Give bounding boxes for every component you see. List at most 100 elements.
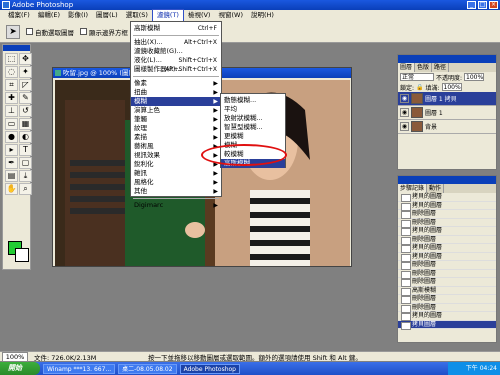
history-item[interactable]: 刪除圖層 [398, 210, 496, 219]
zoom-field[interactable]: 100% [2, 351, 28, 362]
move-tool-icon[interactable]: ✥ [19, 53, 32, 65]
tab-paths[interactable]: 路徑 [432, 63, 450, 72]
marquee-tool-icon[interactable]: ⬚ [5, 53, 18, 65]
eraser-tool-icon[interactable]: ▭ [5, 118, 18, 130]
filter-menu-item-5[interactable]: 像素 ▶ [131, 79, 221, 88]
shape-tool-icon[interactable]: ▢ [19, 157, 32, 169]
blur-item-motion[interactable]: 動態模糊... [221, 96, 285, 105]
blend-mode-select[interactable]: 正常 [400, 73, 434, 81]
filter-menu-item-10[interactable]: 紋理 ▶ [131, 124, 221, 133]
notes-tool-icon[interactable]: ▤ [5, 170, 18, 182]
filter-menu-item-14[interactable]: 銳利化 ▶ [131, 160, 221, 169]
doc-size[interactable]: 文件: 726.0K/2.13M [34, 352, 144, 362]
filter-menu-item-7[interactable]: 模糊 ▶ [131, 97, 221, 106]
filter-menu-item-15[interactable]: 雜訊 ▶ [131, 169, 221, 178]
lock-icon[interactable]: 🔒 [416, 84, 423, 91]
menu-window[interactable]: 視窗(W) [214, 10, 247, 21]
history-item[interactable]: 拷貝的圖層 [398, 312, 496, 321]
history-item[interactable]: 刪除圖層 [398, 278, 496, 287]
tab-channels[interactable]: 色版 [415, 63, 433, 72]
gradient-tool-icon[interactable]: ▦ [19, 118, 32, 130]
filter-menu-item-3[interactable]: 液化(L)... Shift+Ctrl+X [131, 56, 221, 65]
tab-actions[interactable]: 動作 [427, 184, 445, 193]
fill-field[interactable]: 100% [441, 83, 462, 91]
pen-tool-icon[interactable]: ✒ [5, 157, 18, 169]
eye-icon[interactable]: ◉ [400, 94, 409, 103]
blur-item-smart[interactable]: 智慧型模糊... [221, 123, 285, 132]
menu-image[interactable]: 影像(I) [64, 10, 92, 21]
brush-tool-icon[interactable]: ✎ [19, 92, 32, 104]
menu-help[interactable]: 說明(H) [247, 10, 278, 21]
layer-row[interactable]: ◉ 圖層 1 拷貝 [398, 92, 496, 106]
path-select-tool-icon[interactable]: ▸ [5, 144, 18, 156]
blur-item-radial[interactable]: 放射狀模糊... [221, 114, 285, 123]
maximize-icon[interactable]: □ [478, 1, 487, 9]
move-tool-icon[interactable]: ➤ [6, 24, 20, 39]
tab-history[interactable]: 步驟記錄 [398, 184, 428, 193]
type-tool-icon[interactable]: T [19, 144, 32, 156]
menu-layer[interactable]: 圖層(L) [92, 10, 122, 21]
blur-tool-icon[interactable]: ● [5, 131, 18, 143]
history-item[interactable]: 刪除圖層 [398, 295, 496, 304]
history-item[interactable]: 拷貝圖層 [398, 320, 496, 329]
show-bounds-checkbox[interactable] [80, 28, 87, 35]
start-button[interactable]: 開始 [0, 362, 40, 375]
history-item[interactable]: 拷貝的圖層 [398, 227, 496, 236]
menu-select[interactable]: 選取(S) [122, 10, 152, 21]
zoom-tool-icon[interactable]: ⌕ [19, 183, 32, 195]
history-item[interactable]: 刪除圖層 [398, 261, 496, 270]
menu-edit[interactable]: 編輯(E) [34, 10, 64, 21]
history-item[interactable]: 刪除圖層 [398, 236, 496, 244]
taskbar-item-folder[interactable]: 桌二-08.05.08.02 [118, 363, 177, 374]
minimize-icon[interactable]: _ [467, 1, 476, 9]
healing-tool-icon[interactable]: ✚ [5, 92, 18, 104]
filter-menu-item-11[interactable]: 素描 ▶ [131, 133, 221, 142]
stamp-tool-icon[interactable]: ⊥ [5, 105, 18, 117]
filter-menu-item-17[interactable]: 其他 ▶ [131, 187, 221, 196]
history-item[interactable]: 拷貝的圖層 [398, 253, 496, 261]
layer-row[interactable]: ◉ 背景 [398, 120, 496, 134]
layers-panel-header[interactable] [398, 55, 496, 63]
eyedropper-tool-icon[interactable]: ⤓ [19, 170, 32, 182]
history-item[interactable]: 刪除圖層 [398, 219, 496, 227]
crop-tool-icon[interactable]: ⌗ [5, 79, 18, 91]
filter-menu-item-6[interactable]: 扭曲 ▶ [131, 88, 221, 97]
history-item[interactable]: 高斯模糊 [398, 287, 496, 295]
dodge-tool-icon[interactable]: ◐ [19, 131, 32, 143]
filter-menu-item-9[interactable]: 筆觸 ▶ [131, 115, 221, 124]
filter-menu-item-1[interactable]: 抽出(X)... Alt+Ctrl+X [131, 38, 221, 47]
filter-menu-item-8[interactable]: 演算上色 ▶ [131, 106, 221, 115]
filter-menu-item-0[interactable]: 高斯模糊 Ctrl+F [131, 24, 221, 33]
background-color-swatch[interactable] [15, 248, 29, 262]
eye-icon[interactable]: ◉ [400, 108, 409, 117]
filter-menu-item-2[interactable]: 濾鏡收藏館(G)... [131, 47, 221, 56]
filter-menu-item-18[interactable]: Digimarc ▶ [131, 201, 221, 210]
filter-menu-item-4[interactable]: 圖樣製作器(P)... Alt+Shift+Ctrl+X [131, 65, 221, 74]
filter-menu-item-16[interactable]: 風格化 ▶ [131, 178, 221, 187]
auto-select-checkbox[interactable] [26, 28, 33, 35]
eye-icon[interactable]: ◉ [400, 122, 409, 131]
taskbar-item-winamp[interactable]: Winamp ***13. 667... [43, 363, 116, 374]
history-brush-tool-icon[interactable]: ↺ [19, 105, 32, 117]
history-panel-header[interactable] [398, 176, 496, 184]
auto-select-option[interactable]: 自動選取圖層 [26, 27, 74, 37]
close-icon[interactable]: × [489, 1, 498, 9]
history-item[interactable]: 刪除圖層 [398, 304, 496, 312]
layer-row[interactable]: ◉ 圖層 1 [398, 106, 496, 120]
history-item[interactable]: 刪除圖層 [398, 270, 496, 278]
history-item[interactable]: 拷貝的圖層 [398, 193, 496, 202]
tab-layers[interactable]: 圖層 [398, 63, 416, 72]
history-item[interactable]: 拷貝的圖層 [398, 202, 496, 210]
history-item[interactable]: 拷貝的圖層 [398, 244, 496, 253]
menu-view[interactable]: 檢視(V) [184, 10, 215, 21]
magic-wand-tool-icon[interactable]: ✦ [19, 66, 32, 78]
blur-item-average[interactable]: 平均 [221, 105, 285, 114]
taskbar-item-photoshop[interactable]: Adobe Photoshop [179, 363, 240, 374]
lasso-tool-icon[interactable]: ◌ [5, 66, 18, 78]
opacity-field[interactable]: 100% [464, 73, 485, 81]
blur-item-more[interactable]: 更模糊 [221, 132, 285, 141]
show-bounds-option[interactable]: 顯示邊界方框 [80, 27, 128, 37]
hand-tool-icon[interactable]: ✋ [5, 183, 18, 195]
slice-tool-icon[interactable]: ◸ [19, 79, 32, 91]
menu-file[interactable]: 檔案(F) [4, 10, 34, 21]
